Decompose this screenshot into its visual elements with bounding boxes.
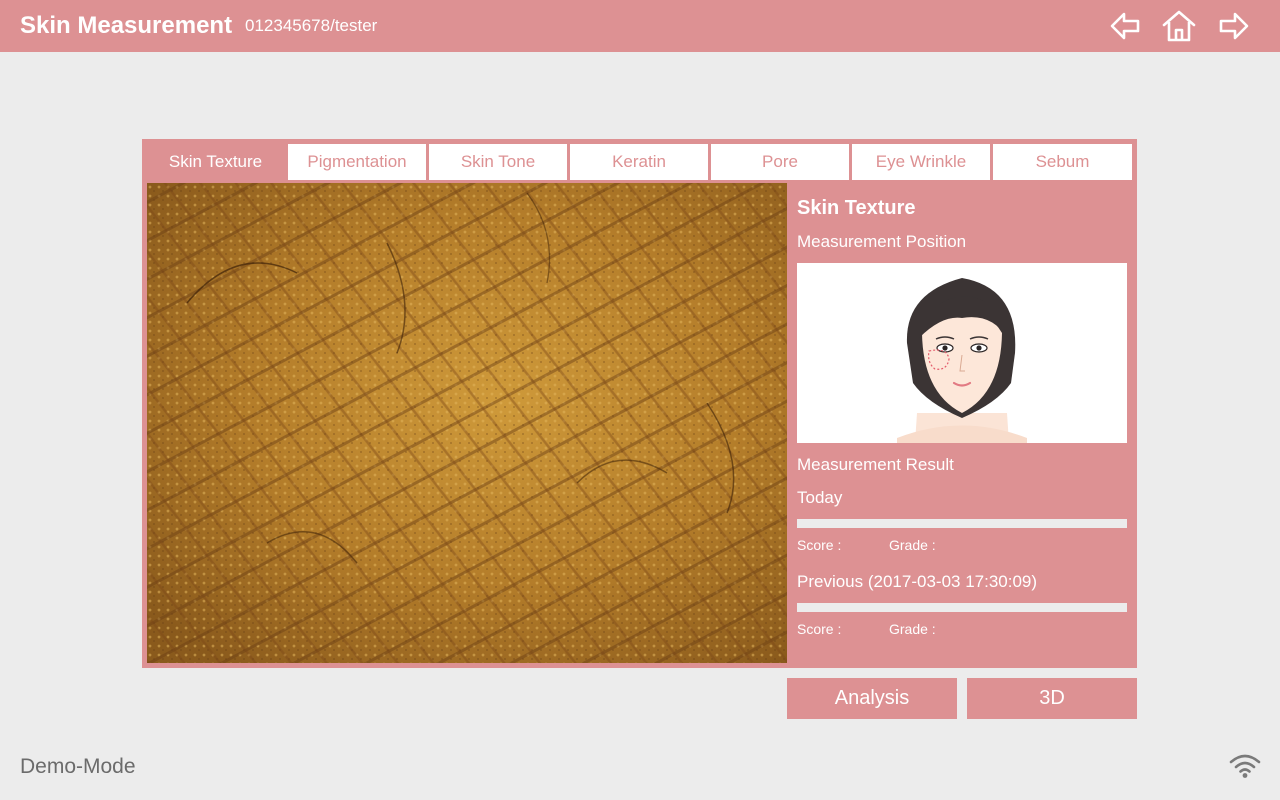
today-score-row: Score : Grade : bbox=[797, 536, 936, 554]
section-title: Skin Texture bbox=[797, 197, 916, 219]
previous-label: Previous (2017-03-03 17:30:09) bbox=[797, 572, 1038, 591]
tab-keratin[interactable]: Keratin bbox=[570, 144, 708, 180]
previous-score-row: Score : Grade : bbox=[797, 620, 936, 638]
today-grade-label: Grade : bbox=[889, 537, 936, 553]
previous-score-bar bbox=[797, 603, 1127, 612]
header-bar: Skin Measurement 012345678/tester bbox=[0, 0, 1280, 52]
measurement-result-label: Measurement Result bbox=[797, 455, 954, 474]
result-info: Skin Texture Measurement Position Measur bbox=[797, 183, 1127, 663]
back-arrow-icon[interactable] bbox=[1107, 8, 1143, 44]
previous-grade-label: Grade : bbox=[889, 621, 936, 637]
mode-status: Demo-Mode bbox=[20, 755, 136, 778]
skin-texture-image bbox=[147, 183, 787, 663]
face-position-image bbox=[797, 263, 1127, 443]
forward-arrow-icon[interactable] bbox=[1216, 8, 1252, 44]
measurement-panel: Skin Texture Pigmentation Skin Tone Kera… bbox=[142, 139, 1137, 668]
wifi-icon bbox=[1229, 753, 1261, 779]
tab-pigmentation[interactable]: Pigmentation bbox=[288, 144, 426, 180]
home-icon[interactable] bbox=[1161, 8, 1197, 44]
tab-pore[interactable]: Pore bbox=[711, 144, 849, 180]
measurement-position-label: Measurement Position bbox=[797, 232, 967, 251]
tab-sebum[interactable]: Sebum bbox=[993, 144, 1132, 180]
today-score-bar bbox=[797, 519, 1127, 528]
previous-score-label: Score : bbox=[797, 621, 842, 637]
tab-skin-texture[interactable]: Skin Texture bbox=[147, 144, 284, 180]
today-label: Today bbox=[797, 488, 843, 507]
3d-button[interactable]: 3D bbox=[967, 678, 1137, 719]
tab-eye-wrinkle[interactable]: Eye Wrinkle bbox=[852, 144, 990, 180]
tab-skin-tone[interactable]: Skin Tone bbox=[429, 144, 567, 180]
today-score-label: Score : bbox=[797, 537, 842, 553]
user-id: 012345678/tester bbox=[245, 16, 378, 35]
app-title: Skin Measurement bbox=[20, 12, 233, 39]
analysis-button[interactable]: Analysis bbox=[787, 678, 957, 719]
